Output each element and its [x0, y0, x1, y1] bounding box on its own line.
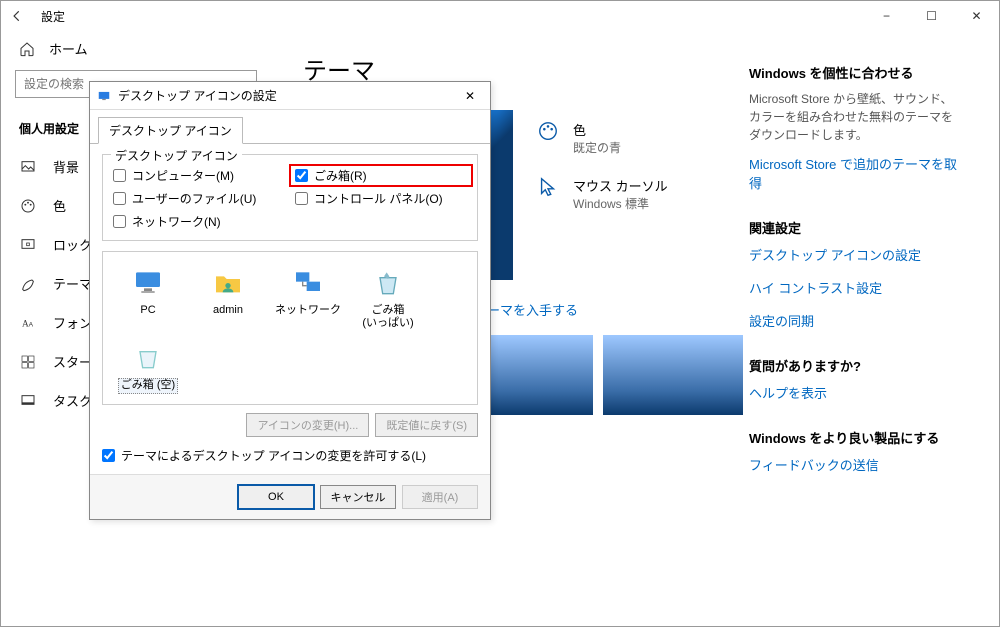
icon-user[interactable]: admin [193, 266, 263, 330]
desktop-icon-settings-dialog: デスクトップ アイコンの設定 ✕ デスクトップ アイコン デスクトップ アイコン… [89, 81, 491, 520]
cancel-button[interactable]: キャンセル [320, 485, 396, 509]
related-link-sync[interactable]: 設定の同期 [749, 311, 959, 330]
theme-icon [19, 275, 37, 293]
minimize-button[interactable]: − [864, 1, 909, 31]
apply-button[interactable]: 適用(A) [402, 485, 478, 509]
check-userfiles[interactable]: ユーザーのファイル(U) [113, 190, 285, 207]
window-title: 設定 [41, 8, 65, 25]
personalize-title: Windows を個性に合わせる [749, 63, 959, 82]
recycle-empty-icon [131, 340, 165, 374]
network-icon [291, 266, 325, 300]
check-network-box[interactable] [113, 215, 126, 228]
maximize-button[interactable]: ☐ [909, 1, 954, 31]
taskbar-icon [19, 392, 37, 410]
icon-network[interactable]: ネットワーク [273, 266, 343, 330]
sidebar-home[interactable]: ホーム [1, 31, 271, 70]
dialog-app-icon [96, 88, 112, 104]
allow-theme-check[interactable]: テーマによるデスクトップ アイコンの変更を許可する(L) [102, 447, 478, 464]
font-icon: AA [19, 314, 37, 332]
allow-theme-checkbox[interactable] [102, 449, 115, 462]
icon-recycle-full[interactable]: ごみ箱(いっぱい) [353, 266, 423, 330]
icon-label: PC [113, 304, 183, 317]
dialog-tabs: デスクトップ アイコン [90, 110, 490, 143]
dialog-titlebar[interactable]: デスクトップ アイコンの設定 ✕ [90, 82, 490, 110]
icon-label: ネットワーク [273, 304, 343, 317]
feedback-link[interactable]: フィードバックの送信 [749, 455, 959, 474]
related-link-high-contrast[interactable]: ハイ コントラスト設定 [749, 278, 959, 297]
dialog-footer: OK キャンセル 適用(A) [90, 474, 490, 519]
icon-preview-box: PC admin ネットワーク ごみ箱(いっぱい) ごみ箱 (空) [102, 251, 478, 405]
svg-text:A: A [22, 319, 29, 329]
palette-icon [537, 120, 559, 142]
personalize-link[interactable]: Microsoft Store で追加のテーマを取得 [749, 154, 959, 192]
theme-color-row[interactable]: 色既定の青 [537, 120, 668, 156]
window-controls: − ☐ ✕ [864, 1, 999, 31]
cursor-label: マウス カーソル [573, 176, 668, 195]
check-userfiles-box[interactable] [113, 192, 126, 205]
check-recycle-box[interactable] [295, 169, 308, 182]
user-folder-icon [211, 266, 245, 300]
sidebar-item-label: テーマ [53, 274, 92, 293]
personalize-desc: Microsoft Store から壁紙、サウンド、カラーを組み合わせた無料のテ… [749, 90, 959, 144]
lock-screen-icon [19, 236, 37, 254]
reset-defaults-button[interactable]: 既定値に戻す(S) [375, 413, 478, 437]
theme-info: 色既定の青 マウス カーソルWindows 標準 [537, 120, 668, 280]
desktop-icons-fieldset: デスクトップ アイコン コンピューター(M) ごみ箱(R) ユーザーのファイル(… [102, 154, 478, 241]
pc-icon [131, 266, 165, 300]
related-link-desktop-icons[interactable]: デスクトップ アイコンの設定 [749, 245, 959, 264]
related-title: 関連設定 [749, 218, 959, 237]
fieldset-legend: デスクトップ アイコン [111, 147, 242, 164]
icon-label: ごみ箱 (空) [118, 378, 178, 393]
back-icon[interactable] [9, 8, 25, 24]
tab-desktop-icons[interactable]: デスクトップ アイコン [98, 117, 243, 144]
svg-text:A: A [29, 321, 34, 328]
icon-label: ごみ箱(いっぱい) [353, 304, 423, 330]
dialog-title: デスクトップ アイコンの設定 [118, 87, 456, 104]
check-computer-box[interactable] [113, 169, 126, 182]
feedback-title: Windows をより良い製品にする [749, 428, 959, 447]
close-button[interactable]: ✕ [954, 1, 999, 31]
ok-button[interactable]: OK [238, 485, 314, 509]
right-column: Windows を個性に合わせる Microsoft Store から壁紙、サウ… [749, 63, 959, 500]
theme-cursor-row[interactable]: マウス カーソルWindows 標準 [537, 176, 668, 212]
change-icon-button[interactable]: アイコンの変更(H)... [246, 413, 369, 437]
color-label: 色 [573, 120, 621, 139]
check-network[interactable]: ネットワーク(N) [113, 213, 285, 230]
cursor-value: Windows 標準 [573, 195, 668, 212]
help-link[interactable]: ヘルプを表示 [749, 383, 959, 402]
cursor-icon [537, 176, 559, 198]
dialog-body: デスクトップ アイコン コンピューター(M) ごみ箱(R) ユーザーのファイル(… [90, 143, 490, 474]
theme-thumb[interactable] [603, 335, 743, 415]
recycle-full-icon [371, 266, 405, 300]
color-value: 既定の青 [573, 139, 621, 156]
start-icon [19, 353, 37, 371]
check-recycle[interactable]: ごみ箱(R) [289, 164, 473, 187]
sidebar-home-label: ホーム [49, 39, 88, 58]
icon-pc[interactable]: PC [113, 266, 183, 330]
palette-icon [19, 197, 37, 215]
check-controlpanel-box[interactable] [295, 192, 308, 205]
icon-recycle-empty[interactable]: ごみ箱 (空) [113, 340, 183, 393]
sidebar-item-label: 背景 [53, 157, 79, 176]
sidebar-item-label: 色 [53, 196, 66, 215]
icon-label: admin [193, 304, 263, 317]
help-title: 質問がありますか? [749, 356, 959, 375]
dialog-close-button[interactable]: ✕ [456, 89, 484, 103]
check-controlpanel[interactable]: コントロール パネル(O) [295, 190, 467, 207]
check-computer[interactable]: コンピューター(M) [113, 167, 285, 184]
titlebar: 設定 [1, 1, 999, 31]
home-icon [19, 41, 35, 57]
picture-icon [19, 158, 37, 176]
